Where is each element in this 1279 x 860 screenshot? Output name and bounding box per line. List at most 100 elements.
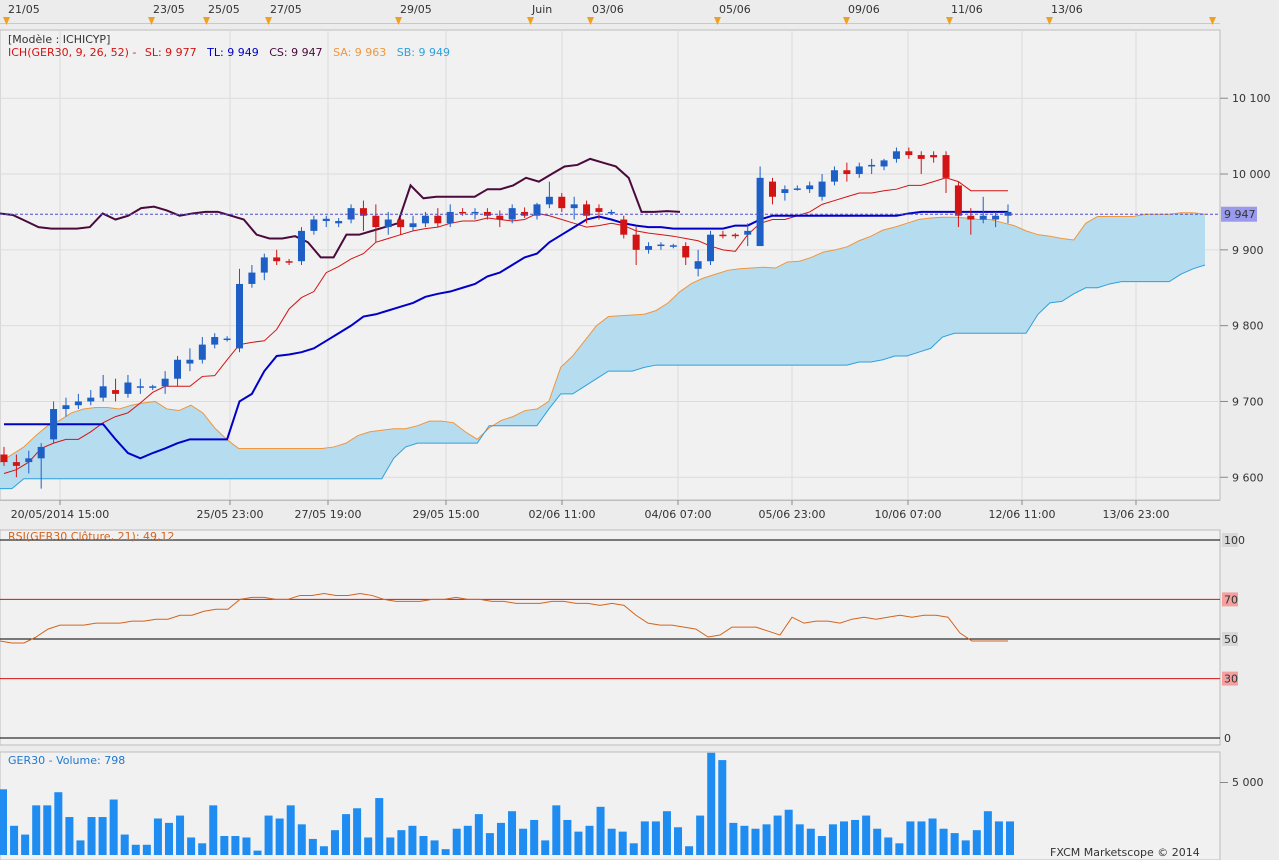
volume-bar [972, 830, 981, 855]
volume-bar [32, 805, 41, 855]
volume-bar [463, 825, 472, 855]
volume-tick: 5 000 [1232, 776, 1264, 789]
volume-bar [10, 825, 19, 855]
volume-bar [685, 846, 694, 855]
volume-bar [496, 822, 505, 855]
volume-bar [828, 824, 837, 855]
volume-bar [674, 827, 683, 855]
volume-bar [375, 798, 384, 855]
volume-bar [164, 822, 173, 855]
ichimoku-sl: SL: 9 977 [145, 46, 197, 59]
volume-bar [840, 821, 849, 855]
volume-bar [862, 815, 871, 855]
volume-bar [131, 844, 140, 855]
volume-bar [76, 840, 85, 855]
price-tick-label: 10 000 [1232, 168, 1271, 181]
top-date-label: 29/05 [400, 3, 432, 16]
volume-bar [187, 837, 196, 855]
volume-bar [441, 849, 450, 855]
volume-bar [873, 828, 882, 855]
time-tick-label: 05/06 23:00 [759, 508, 826, 521]
volume-bar [1006, 821, 1014, 855]
footer-credit: FXCM Marketscope © 2014 [1050, 846, 1200, 859]
volume-bar [21, 834, 30, 855]
ichimoku-sb: SB: 9 949 [397, 46, 450, 59]
price-tick-label: 9 700 [1232, 395, 1264, 408]
volume-bar [142, 844, 151, 855]
ichimoku-legend: ICH(GER30, 9, 26, 52) - SL: 9 977 TL: 9 … [8, 46, 450, 59]
ichimoku-sa: SA: 9 963 [333, 46, 386, 59]
volume-bar [353, 808, 362, 855]
volume-bar [662, 811, 671, 855]
top-date-label: Juin [531, 3, 552, 16]
volume-bar [917, 821, 926, 855]
volume-bar [851, 819, 860, 855]
rsi-title: RSI(GER30 Clôture, 21): 49,12 [8, 530, 175, 543]
top-date-label: 21/05 [8, 3, 40, 16]
time-tick-label: 12/06 11:00 [989, 508, 1056, 521]
top-date-label: 25/05 [208, 3, 240, 16]
price-panel: 10 100 10 000 9 900 9 800 9 700 9 600 9 947 [… [0, 29, 1271, 501]
rsi-level-label: 30 [1224, 673, 1238, 686]
volume-bar [508, 811, 517, 855]
volume-bar [419, 836, 428, 855]
time-tick-label: 02/06 11:00 [529, 508, 596, 521]
volume-bar [430, 840, 439, 855]
volume-bar [364, 837, 373, 855]
price-tick-label: 9 600 [1232, 471, 1264, 484]
price-tick-label: 9 900 [1232, 244, 1264, 257]
volume-bar [530, 819, 539, 855]
rsi-panel: 100 70 50 30 0 RSI(GER30 Clôture, 21): 49,12 [0, 529, 1245, 746]
ichimoku-cs: CS: 9 947 [269, 46, 322, 59]
volume-bar [319, 846, 328, 855]
ichimoku-tl: TL: 9 949 [206, 46, 259, 59]
volume-bar [552, 805, 561, 855]
candle [707, 230, 715, 265]
volume-bar [806, 828, 815, 855]
volume-bar [519, 828, 528, 855]
volume-bar [784, 809, 793, 855]
volume-bar [54, 792, 63, 855]
volume-bar [198, 843, 207, 855]
volume-bar [696, 815, 705, 855]
volume-bar [895, 843, 904, 855]
volume-bar [209, 805, 218, 855]
volume-title: GER30 - Volume: 798 [8, 754, 125, 767]
time-tick-label: 10/06 07:00 [875, 508, 942, 521]
volume-bar [485, 833, 494, 855]
volume-bar [308, 838, 317, 855]
time-tick-label: 04/06 07:00 [645, 508, 712, 521]
volume-bar [640, 821, 649, 855]
volume-bar [585, 825, 594, 855]
volume-bar [87, 817, 96, 855]
volume-bar [651, 821, 660, 855]
top-date-label: 13/06 [1051, 3, 1083, 16]
current-price-label: 9 947 [1224, 208, 1256, 221]
volume-bar [961, 840, 970, 855]
top-date-label: 05/06 [719, 3, 751, 16]
top-date-label: 09/06 [848, 3, 880, 16]
volume-bar [983, 811, 992, 855]
volume-bar [0, 789, 7, 855]
volume-bar [275, 818, 284, 855]
price-tick-label: 10 100 [1232, 92, 1271, 105]
volume-bar [153, 818, 162, 855]
volume-bar [629, 843, 638, 855]
volume-bar [264, 815, 273, 855]
top-date-label: 11/06 [951, 3, 983, 16]
volume-bar [773, 815, 782, 855]
volume-bar [452, 828, 461, 855]
volume-bar [397, 830, 406, 855]
chart-canvas: 21/05 23/05 25/05 27/05 29/05 Juin 03/06 05/06 0… [0, 0, 1271, 860]
volume-bar [762, 824, 771, 855]
volume-bar [474, 814, 483, 855]
rsi-level-label: 100 [1224, 534, 1245, 547]
volume-bar [884, 837, 893, 855]
time-tick-label: 27/05 19:00 [295, 508, 362, 521]
volume-bar [330, 830, 339, 855]
volume-bar [574, 831, 583, 855]
model-label: [Modèle : ICHICYP] [8, 33, 110, 46]
candle [297, 227, 305, 265]
top-date-label: 27/05 [270, 3, 302, 16]
volume-bar [596, 806, 605, 855]
